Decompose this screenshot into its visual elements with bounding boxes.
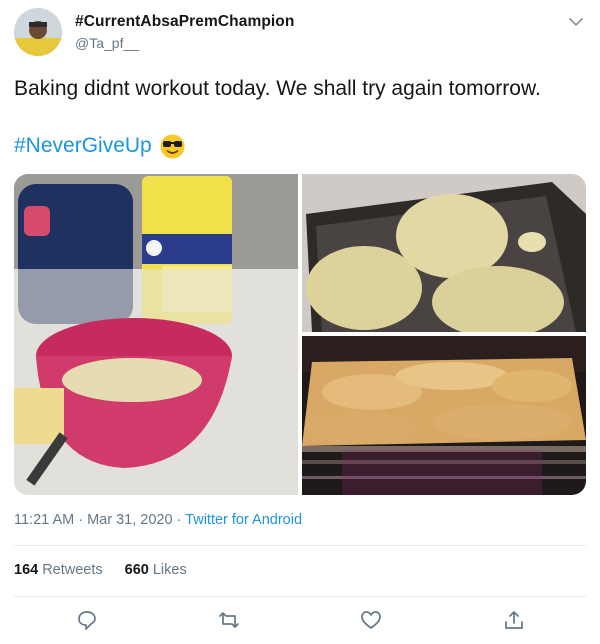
sunglasses-emoji-icon	[160, 134, 185, 158]
likes-label: Likes	[152, 562, 187, 578]
divider	[14, 596, 586, 597]
tweet-meta: 11:21 AM · Mar 31, 2020 · Twitter for An…	[14, 512, 302, 528]
tweet-date[interactable]: Mar 31, 2020	[87, 512, 172, 528]
hashtag-row: #NeverGiveUp	[14, 133, 185, 159]
user-handle[interactable]: @Ta_pf__	[75, 35, 139, 51]
photo-dough-on-tray[interactable]	[302, 174, 586, 338]
retweets-label: Retweets	[42, 562, 103, 578]
tweet-source[interactable]: Twitter for Android	[185, 512, 302, 528]
tweet-stats: 164 Retweets 660 Likes	[14, 562, 187, 578]
avatar[interactable]	[14, 8, 62, 56]
meta-separator: ·	[74, 512, 88, 528]
reply-icon[interactable]	[76, 609, 98, 631]
likes-stat[interactable]: 660 Likes	[125, 562, 187, 578]
heart-icon[interactable]	[360, 609, 382, 631]
avatar-image	[14, 8, 62, 56]
retweets-count: 164	[14, 562, 39, 578]
media-grid	[14, 174, 586, 495]
likes-count: 660	[124, 562, 149, 578]
divider	[14, 545, 586, 546]
chevron-down-icon[interactable]	[567, 13, 585, 31]
share-icon[interactable]	[503, 609, 525, 631]
hashtag-link[interactable]: #NeverGiveUp	[14, 133, 152, 159]
tweet-time[interactable]: 11:21 AM	[14, 512, 74, 528]
display-name[interactable]: #CurrentAbsaPremChampion	[75, 13, 294, 31]
meta-separator: ·	[172, 512, 186, 528]
retweets-stat[interactable]: 164 Retweets	[14, 562, 103, 578]
retweet-icon[interactable]	[218, 609, 240, 631]
photo-bread-in-oven[interactable]	[302, 336, 586, 495]
photo-bowl-and-flour[interactable]	[14, 174, 298, 495]
tweet-text: Baking didnt workout today. We shall try…	[14, 77, 541, 100]
